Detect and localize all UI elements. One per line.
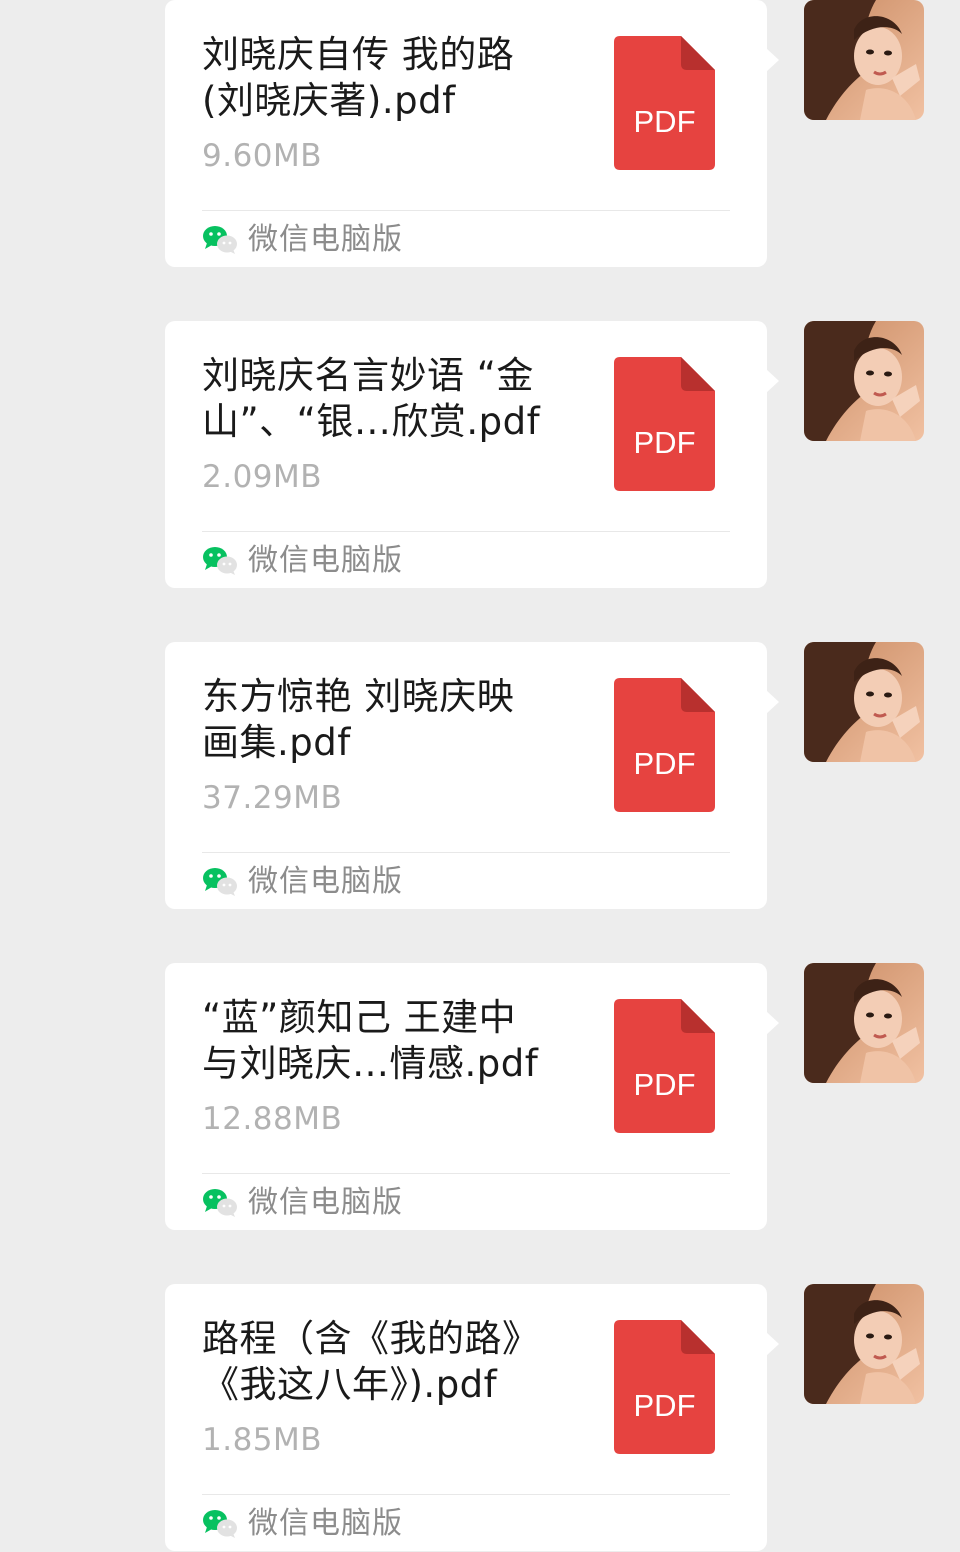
file-card[interactable]: 刘晓庆名言妙语 “金 山”、“银…欣赏.pdf 2.09MB PDF 微信电脑版: [165, 321, 779, 588]
pdf-file-icon: PDF: [614, 999, 715, 1133]
file-card[interactable]: 刘晓庆自传 我的路 (刘晓庆著).pdf 9.60MB PDF 微信电脑版: [165, 0, 779, 267]
avatar[interactable]: [804, 0, 924, 120]
file-size: 2.09MB: [202, 459, 323, 495]
file-size: 1.85MB: [202, 1422, 323, 1458]
pdf-file-label: PDF: [634, 1388, 696, 1423]
chat-message-file: 刘晓庆名言妙语 “金 山”、“银…欣赏.pdf 2.09MB PDF 微信电脑版: [0, 321, 960, 589]
divider: [202, 210, 730, 211]
wechat-icon: [203, 868, 237, 896]
source-app: 微信电脑版: [202, 1502, 403, 1546]
avatar[interactable]: [804, 642, 924, 762]
divider: [202, 1173, 730, 1174]
pdf-file-icon: PDF: [614, 357, 715, 491]
chat-message-list[interactable]: 刘晓庆自传 我的路 (刘晓庆著).pdf 9.60MB PDF 微信电脑版 刘晓…: [0, 0, 960, 1551]
pdf-file-icon: PDF: [614, 1320, 715, 1454]
file-card[interactable]: 东方惊艳 刘晓庆映 画集.pdf 37.29MB PDF 微信电脑版: [165, 642, 779, 909]
chat-message-file: 路程（含《我的路》 《我这八年》).pdf 1.85MB PDF 微信电脑版: [0, 1284, 960, 1552]
avatar[interactable]: [804, 1284, 924, 1404]
file-size: 12.88MB: [202, 1101, 343, 1137]
source-app: 微信电脑版: [202, 539, 403, 583]
pdf-file-icon: PDF: [614, 36, 715, 170]
chat-message-file: 东方惊艳 刘晓庆映 画集.pdf 37.29MB PDF 微信电脑版: [0, 642, 960, 910]
file-card[interactable]: “蓝”颜知己 王建中 与刘晓庆…情感.pdf 12.88MB PDF 微信电脑版: [165, 963, 779, 1230]
source-label: 微信电脑版: [248, 222, 403, 257]
source-label: 微信电脑版: [248, 864, 403, 899]
file-size: 9.60MB: [202, 138, 323, 174]
file-name: 路程（含《我的路》 《我这八年》).pdf: [202, 1317, 540, 1406]
source-app: 微信电脑版: [202, 218, 403, 262]
file-name: 刘晓庆名言妙语 “金 山”、“银…欣赏.pdf: [202, 354, 541, 443]
divider: [202, 1494, 730, 1495]
wechat-icon: [203, 547, 237, 575]
avatar[interactable]: [804, 321, 924, 441]
chat-message-file: “蓝”颜知己 王建中 与刘晓庆…情感.pdf 12.88MB PDF 微信电脑版: [0, 963, 960, 1231]
source-label: 微信电脑版: [248, 543, 403, 578]
wechat-icon: [203, 226, 237, 254]
wechat-icon: [203, 1189, 237, 1217]
pdf-file-label: PDF: [634, 104, 696, 139]
pdf-file-icon: PDF: [614, 678, 715, 812]
file-card[interactable]: 路程（含《我的路》 《我这八年》).pdf 1.85MB PDF 微信电脑版: [165, 1284, 779, 1551]
pdf-file-label: PDF: [634, 425, 696, 460]
divider: [202, 531, 730, 532]
source-label: 微信电脑版: [248, 1185, 403, 1220]
wechat-icon: [203, 1510, 237, 1538]
chat-message-file: 刘晓庆自传 我的路 (刘晓庆著).pdf 9.60MB PDF 微信电脑版: [0, 0, 960, 268]
file-name: 东方惊艳 刘晓庆映 画集.pdf: [202, 675, 515, 764]
source-app: 微信电脑版: [202, 1181, 403, 1225]
divider: [202, 852, 730, 853]
file-name: “蓝”颜知己 王建中 与刘晓庆…情感.pdf: [202, 996, 539, 1085]
file-name: 刘晓庆自传 我的路 (刘晓庆著).pdf: [202, 33, 515, 122]
avatar[interactable]: [804, 963, 924, 1083]
source-label: 微信电脑版: [248, 1506, 403, 1541]
pdf-file-label: PDF: [634, 746, 696, 781]
source-app: 微信电脑版: [202, 860, 403, 904]
pdf-file-label: PDF: [634, 1067, 696, 1102]
file-size: 37.29MB: [202, 780, 343, 816]
